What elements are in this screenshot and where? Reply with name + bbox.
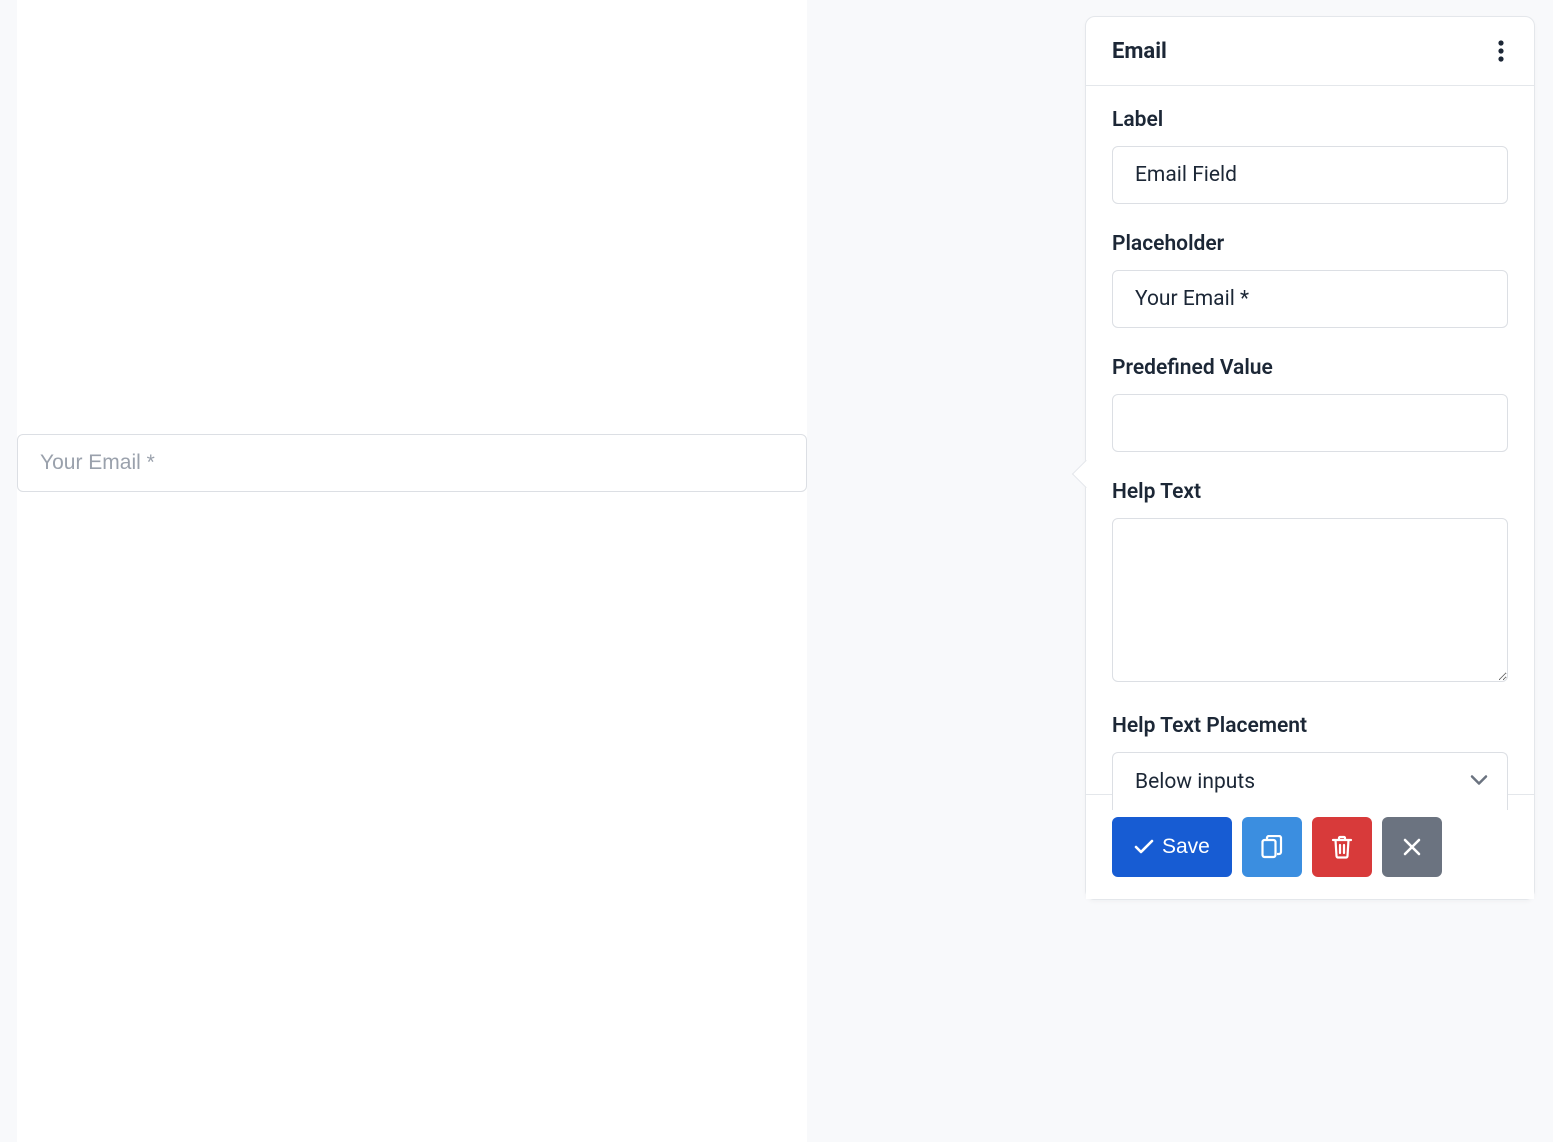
close-icon [1403, 838, 1421, 856]
field-group-label: Label [1112, 108, 1508, 204]
check-icon [1134, 839, 1154, 855]
label-input[interactable] [1112, 146, 1508, 204]
field-group-helptext: Help Text [1112, 480, 1508, 686]
placement-select[interactable]: Below inputs [1112, 752, 1508, 810]
panel-title: Email [1112, 39, 1167, 64]
dots-vertical-icon [1498, 39, 1504, 63]
save-button-label: Save [1162, 835, 1210, 859]
close-button[interactable] [1382, 817, 1442, 877]
label-label: Label [1112, 108, 1508, 132]
preview-email-input[interactable] [17, 434, 807, 492]
more-options-button[interactable] [1494, 35, 1508, 67]
placement-label: Help Text Placement [1112, 714, 1508, 738]
copy-icon [1261, 835, 1283, 859]
preview-canvas [17, 0, 807, 1142]
field-group-placeholder: Placeholder [1112, 232, 1508, 328]
placeholder-label: Placeholder [1112, 232, 1508, 256]
predefined-input[interactable] [1112, 394, 1508, 452]
side-panel-container: Email Label Placeholder Predefined Value [1085, 0, 1545, 1142]
save-button[interactable]: Save [1112, 817, 1232, 877]
delete-button[interactable] [1312, 817, 1372, 877]
field-group-placement: Help Text Placement Below inputs [1112, 714, 1508, 810]
placement-select-wrapper: Below inputs [1112, 752, 1508, 810]
settings-panel: Email Label Placeholder Predefined Value [1085, 16, 1535, 900]
panel-header: Email [1086, 17, 1534, 86]
panel-body: Label Placeholder Predefined Value Help … [1086, 86, 1534, 810]
trash-icon [1331, 835, 1353, 859]
field-group-predefined: Predefined Value [1112, 356, 1508, 452]
helptext-label: Help Text [1112, 480, 1508, 504]
placeholder-input[interactable] [1112, 270, 1508, 328]
helptext-textarea[interactable] [1112, 518, 1508, 682]
copy-button[interactable] [1242, 817, 1302, 877]
predefined-label: Predefined Value [1112, 356, 1508, 380]
